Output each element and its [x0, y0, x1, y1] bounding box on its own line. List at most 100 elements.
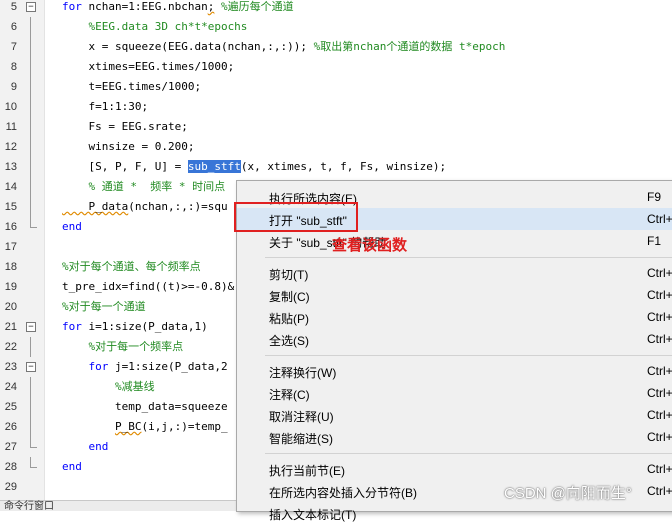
line-number: 16 [4, 221, 17, 233]
code-token: P_data [62, 200, 129, 213]
menu-item[interactable]: 粘贴(P) Ctrl+ [237, 306, 672, 328]
menu-item-label: 插入文本标记(T) [269, 508, 357, 522]
line-number: 24 [4, 381, 17, 393]
line-number: 7 [10, 41, 17, 53]
code-token: %对于每一个通道 [62, 300, 146, 313]
code-line[interactable]: 13 [S, P, F, U] = sub_stft(x, xtimes, t,… [0, 157, 672, 177]
menu-item[interactable]: 注释换行(W) Ctrl+ [237, 360, 672, 382]
annotation-label: 查看该函数 [332, 237, 408, 254]
code-text: P_BC(i,j,:)=temp_ [62, 417, 228, 437]
code-line[interactable]: 11 Fs = EEG.srate; [0, 117, 672, 137]
code-token: i=1:size(P_data,1) [81, 320, 208, 333]
menu-item[interactable]: 注释(C) Ctrl+ [237, 382, 672, 404]
code-line[interactable]: 7 x = squeeze(EEG.data(nchan,:,:)); %取出第… [0, 37, 672, 57]
line-number: 27 [4, 441, 17, 453]
code-text: for nchan=1:EEG.nbchan; %遍历每个通道 [62, 0, 294, 17]
code-token: P_BC [114, 420, 142, 433]
menu-item-shortcut: Ctrl+ [647, 484, 672, 498]
menu-item[interactable]: 全选(S) Ctrl+ [237, 328, 672, 350]
code-token: (x, xtimes, t, f, Fs, winsize); [240, 160, 447, 173]
code-line[interactable]: 10 f=1:1:30; [0, 97, 672, 117]
menu-item-shortcut: Ctrl+ [647, 408, 672, 422]
menu-item[interactable]: 取消注释(U) Ctrl+ [237, 404, 672, 426]
fold-guide-line [30, 57, 31, 77]
code-text: for j=1:size(P_data,2 [62, 357, 228, 377]
fold-guide-line [30, 117, 31, 137]
code-line[interactable]: 5− for nchan=1:EEG.nbchan; %遍历每个通道 [0, 0, 672, 17]
code-token: %遍历每个通道 [214, 0, 294, 13]
menu-item-label: 在所选内容处插入分节符(B) [269, 486, 417, 500]
line-number: 20 [4, 301, 17, 313]
highlight-box [234, 202, 358, 232]
command-window-title: 命令行窗口 [4, 501, 54, 512]
code-text: %对于每一个频率点 [62, 337, 183, 357]
menu-item[interactable]: 剪切(T) Ctrl+ [237, 262, 672, 284]
line-number: 18 [4, 261, 17, 273]
code-text: x = squeeze(EEG.data(nchan,:,:)); %取出第nc… [62, 37, 505, 57]
fold-guide-line [30, 157, 31, 177]
menu-item[interactable]: 复制(C) Ctrl+ [237, 284, 672, 306]
menu-item-shortcut: F9 [647, 190, 662, 204]
line-number: 19 [4, 281, 17, 293]
code-token: %取出第nchan个通道的数据 t*epoch [313, 40, 506, 53]
menu-item-label: 执行当前节(E) [269, 464, 345, 478]
menu-separator [265, 355, 672, 356]
line-number: 5 [10, 1, 17, 13]
line-number: 29 [4, 481, 17, 493]
menu-item-shortcut: Ctrl+ [647, 266, 672, 280]
code-token: t_pre_idx=find((t)>=-0.8)& [62, 280, 235, 293]
menu-item-shortcut: Ctrl+ [647, 310, 672, 324]
code-text: end [62, 217, 82, 237]
menu-item-shortcut: Ctrl+ [647, 212, 672, 226]
line-number: 13 [4, 161, 17, 173]
menu-item[interactable]: 执行当前节(E) Ctrl+ [237, 458, 672, 480]
menu-item-shortcut: Ctrl+ [647, 364, 672, 378]
menu-item[interactable]: 插入文本标记(T) [237, 502, 672, 524]
code-token: for [88, 360, 109, 373]
fold-toggle-icon[interactable]: − [26, 322, 36, 332]
code-token: xtimes=EEG.times/1000; [62, 60, 235, 73]
menu-item-label: 全选(S) [269, 334, 309, 348]
line-number: 10 [4, 101, 17, 113]
fold-guide-line [30, 377, 31, 397]
menu-item-label: 粘贴(P) [269, 312, 309, 326]
menu-item-label: 注释(C) [269, 388, 310, 402]
menu-item[interactable]: 智能缩进(S) Ctrl+ [237, 426, 672, 448]
code-token: end [88, 440, 109, 453]
code-token: t=EEG.times/1000; [62, 80, 202, 93]
code-token: for [62, 0, 82, 13]
menu-item[interactable]: 关于 "sub_stft" 的帮助 F1 [237, 230, 672, 252]
fold-toggle-icon[interactable]: − [26, 2, 36, 12]
code-token: (i,j,:)=temp_ [141, 420, 228, 433]
menu-item-shortcut: Ctrl+ [647, 462, 672, 476]
fold-guide-line [30, 337, 31, 357]
code-line[interactable]: 12 winsize = 0.200; [0, 137, 672, 157]
fold-end-marker [30, 437, 37, 448]
code-text: %EEG.data 3D ch*t*epochs [62, 17, 247, 37]
fold-guide-line [30, 37, 31, 57]
menu-separator [265, 453, 672, 454]
fold-guide-line [30, 397, 31, 417]
code-token: winsize = 0.200; [62, 140, 195, 153]
code-token: end [62, 220, 82, 233]
line-number: 28 [4, 461, 17, 473]
code-text: Fs = EEG.srate; [62, 117, 187, 137]
code-line[interactable]: 9 t=EEG.times/1000; [0, 77, 672, 97]
code-line[interactable]: 6 %EEG.data 3D ch*t*epochs [0, 17, 672, 37]
fold-guide-line [30, 17, 31, 37]
fold-guide-line [30, 177, 31, 197]
code-text: P_data(nchan,:,:)=squ [62, 197, 227, 217]
code-text: %对于每一个通道 [62, 297, 146, 317]
fold-toggle-icon[interactable]: − [26, 362, 36, 372]
fold-end-marker [30, 457, 37, 468]
code-token: %减基线 [62, 380, 155, 393]
line-number: 12 [4, 141, 17, 153]
code-token: % 通道 * 频率 * 时间点 [62, 180, 226, 193]
code-text: %对于每个通道、每个频率点 [62, 257, 201, 277]
code-line[interactable]: 8 xtimes=EEG.times/1000; [0, 57, 672, 77]
menu-item-shortcut: Ctrl+ [647, 288, 672, 302]
code-token: nchan=1:EEG.nbchan [81, 0, 208, 13]
fold-end-marker [30, 217, 37, 228]
